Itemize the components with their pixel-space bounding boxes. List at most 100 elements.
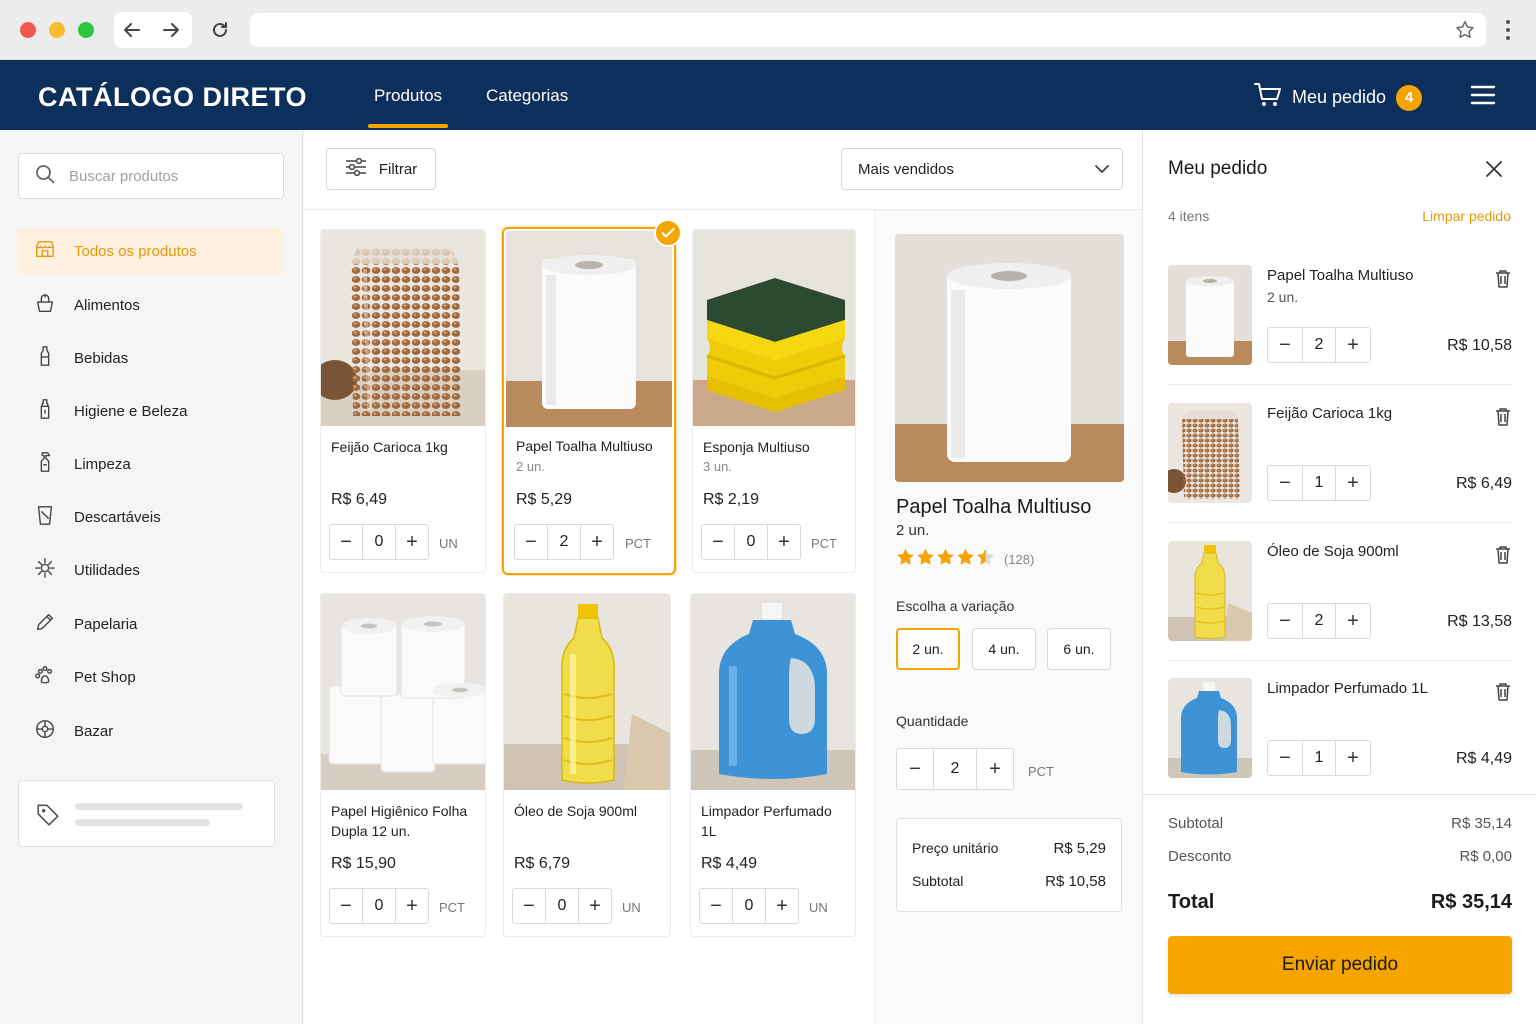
reload-icon[interactable] — [203, 13, 237, 47]
decrease-button[interactable]: − — [1268, 466, 1302, 500]
product-image-cleaner — [691, 594, 855, 790]
category-limpeza[interactable]: Limpeza — [18, 441, 284, 487]
divider — [1168, 660, 1512, 661]
category-bebidas[interactable]: Bebidas — [18, 335, 284, 381]
close-icon[interactable] — [1483, 158, 1505, 180]
category-bazar[interactable]: Bazar — [18, 708, 284, 754]
search-input[interactable] — [69, 167, 269, 185]
filter-button[interactable]: Filtrar — [326, 148, 436, 190]
quantity-value[interactable]: 1 — [1302, 466, 1336, 500]
hamburger-menu-icon[interactable] — [1470, 84, 1496, 106]
quantity-value[interactable]: 0 — [362, 889, 396, 923]
window-minimize-dot[interactable] — [49, 22, 65, 38]
variation-option-6un[interactable]: 6 un. — [1047, 628, 1111, 670]
increase-button[interactable]: + — [396, 889, 428, 923]
trash-icon[interactable] — [1494, 545, 1512, 570]
category-higiene-e-beleza[interactable]: Higiene e Beleza — [18, 388, 284, 434]
product-variant: 2 un. — [516, 459, 545, 474]
window-maximize-dot[interactable] — [78, 22, 94, 38]
product-image-beans — [321, 230, 485, 426]
decrease-button[interactable]: − — [515, 525, 547, 559]
decrease-button[interactable]: − — [700, 889, 732, 923]
detail-subtotal-row: Subtotal R$ 10,58 — [912, 873, 1106, 890]
increase-button[interactable]: + — [1336, 466, 1370, 500]
product-image-sponge — [693, 230, 855, 426]
brand-logo[interactable]: CATÁLOGO DIRETO — [38, 82, 307, 113]
trash-icon[interactable] — [1494, 407, 1512, 432]
clear-order-link[interactable]: Limpar pedido — [1422, 208, 1511, 224]
bottle-icon — [34, 345, 56, 371]
category-label: Alimentos — [74, 296, 140, 314]
bazaar-icon — [34, 718, 56, 744]
category-utilidades[interactable]: Utilidades — [18, 547, 284, 593]
nav-produtos[interactable]: Produtos — [367, 86, 449, 128]
quantity-value[interactable]: 0 — [732, 889, 766, 923]
address-bar[interactable] — [250, 13, 1486, 47]
back-arrow-icon[interactable] — [115, 13, 149, 47]
order-item-count: 4 itens — [1168, 208, 1210, 224]
trash-icon[interactable] — [1494, 682, 1512, 707]
increase-button[interactable]: + — [1336, 604, 1370, 638]
decrease-button[interactable]: − — [1268, 604, 1302, 638]
increase-button[interactable]: + — [579, 889, 611, 923]
increase-button[interactable]: + — [1336, 328, 1370, 362]
quantity-value[interactable]: 2 — [1302, 328, 1336, 362]
product-card-papel-toalha[interactable]: Papel Toalha Multiuso 2 un. R$ 5,29 − 2 … — [502, 219, 682, 575]
increase-button[interactable]: + — [768, 525, 800, 559]
trash-icon[interactable] — [1494, 269, 1512, 294]
decrease-button[interactable]: − — [897, 749, 933, 789]
category-alimentos[interactable]: Alimentos — [18, 282, 284, 328]
send-order-button[interactable]: Enviar pedido — [1168, 936, 1512, 994]
increase-button[interactable]: + — [581, 525, 613, 559]
product-card-feijao[interactable]: Feijão Carioca 1kg R$ 6,49 − 0 + UN — [320, 229, 486, 573]
product-card-oleo[interactable]: Óleo de Soja 900ml R$ 6,79 − 0 + UN — [503, 593, 671, 937]
quantity-value[interactable]: 0 — [734, 525, 768, 559]
decrease-button[interactable]: − — [1268, 741, 1302, 775]
search-box[interactable] — [18, 153, 284, 199]
order-item-thumbnail — [1168, 678, 1252, 778]
increase-button[interactable]: + — [1336, 741, 1370, 775]
product-card-limpador[interactable]: Limpador Perfumado 1L R$ 4,49 − 0 + UN — [690, 593, 856, 937]
order-item: Óleo de Soja 900ml − 2 + R$ 13,58 — [1168, 541, 1512, 679]
quantity-value[interactable]: 0 — [545, 889, 579, 923]
forward-arrow-icon[interactable] — [154, 13, 188, 47]
nav-categorias[interactable]: Categorias — [486, 86, 568, 106]
cart-button[interactable]: Meu pedido 4 — [1254, 82, 1423, 113]
browser-menu-icon[interactable] — [1496, 18, 1520, 42]
window-close-dot[interactable] — [20, 22, 36, 38]
quantity-value[interactable]: 1 — [1302, 741, 1336, 775]
bookmark-star-icon[interactable] — [1454, 19, 1476, 46]
product-card-esponja[interactable]: Esponja Multiuso 3 un. R$ 2,19 − 0 + PCT — [692, 229, 856, 573]
discount-label: Desconto — [1168, 848, 1232, 865]
star-filled-icon — [916, 548, 935, 571]
quantity-value[interactable]: 0 — [362, 525, 396, 559]
product-detail-panel: Papel Toalha Multiuso 2 un. (128) Escolh… — [874, 210, 1142, 1024]
decrease-button[interactable]: − — [702, 525, 734, 559]
category-todos-os-produtos[interactable]: Todos os produtos — [18, 228, 284, 274]
product-price: R$ 4,49 — [701, 855, 758, 872]
star-filled-icon — [956, 548, 975, 571]
variation-option-4un[interactable]: 4 un. — [972, 628, 1036, 670]
decrease-button[interactable]: − — [330, 525, 362, 559]
decrease-button[interactable]: − — [330, 889, 362, 923]
increase-button[interactable]: + — [977, 749, 1013, 789]
sliders-icon — [345, 157, 367, 181]
variation-option-2un[interactable]: 2 un. — [896, 628, 960, 670]
category-descartaveis[interactable]: Descartáveis — [18, 494, 284, 540]
decrease-button[interactable]: − — [1268, 328, 1302, 362]
quantity-value[interactable]: 2 — [933, 749, 977, 789]
quantity-stepper: − 0 + — [701, 524, 801, 560]
quantity-value[interactable]: 2 — [1302, 604, 1336, 638]
increase-button[interactable]: + — [396, 525, 428, 559]
increase-button[interactable]: + — [766, 889, 798, 923]
category-papelaria[interactable]: Papelaria — [18, 601, 284, 647]
product-card-papel-higienico[interactable]: Papel Higiênico Folha Dupla 12 un. R$ 15… — [320, 593, 486, 937]
promo-card-placeholder[interactable] — [18, 780, 275, 847]
category-label: Limpeza — [74, 455, 131, 473]
review-count[interactable]: (128) — [1004, 552, 1034, 567]
decrease-button[interactable]: − — [513, 889, 545, 923]
product-image-paper-towel — [506, 231, 672, 427]
category-pet-shop[interactable]: Pet Shop — [18, 654, 284, 700]
sort-select[interactable]: Mais vendidos — [841, 148, 1123, 190]
quantity-value[interactable]: 2 — [547, 525, 581, 559]
